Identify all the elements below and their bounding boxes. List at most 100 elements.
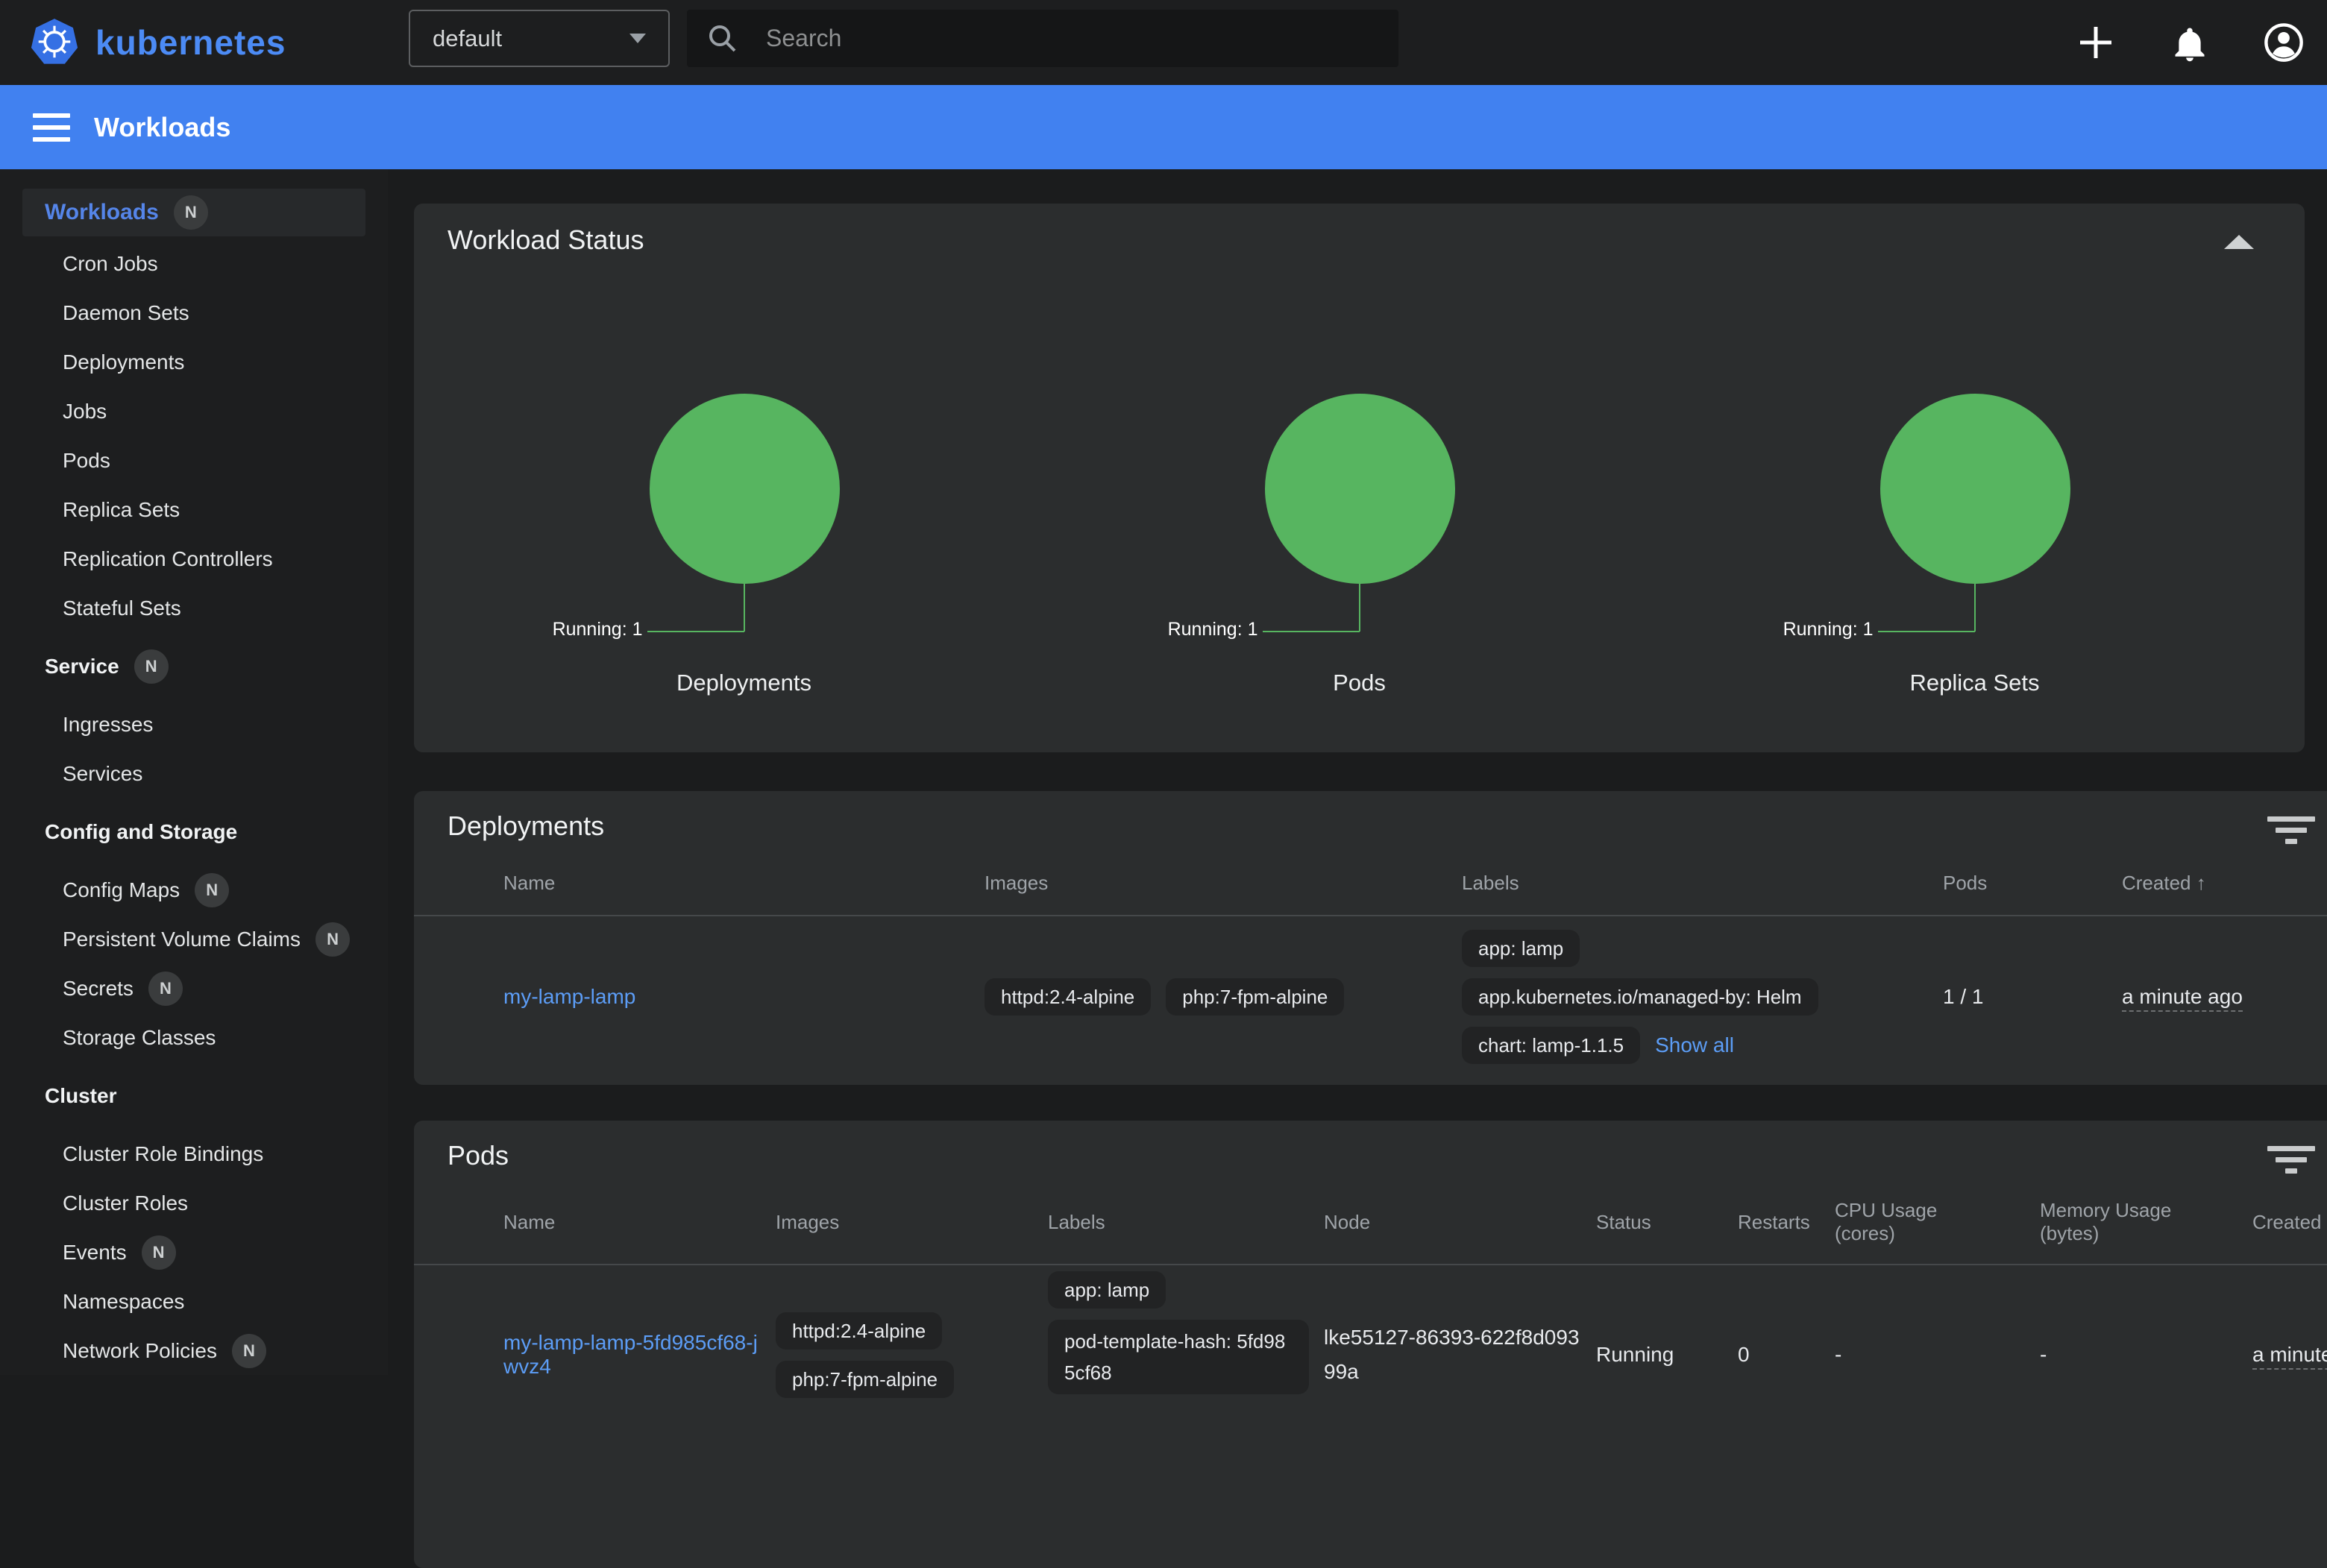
collapse-card-button[interactable]: [2224, 235, 2254, 249]
deployments-title: Deployments: [448, 810, 2327, 842]
deployments-card: Deployments NameImagesLabelsPodsCreated …: [414, 791, 2327, 1085]
deployments-column-images: Images: [984, 872, 1462, 895]
sidebar-item-jobs[interactable]: Jobs: [0, 387, 388, 436]
sidebar-item-label: Cluster Role Bindings: [63, 1142, 263, 1166]
chip: app: lamp: [1048, 1271, 1166, 1309]
pods-column-restarts: Restarts: [1738, 1211, 1835, 1234]
new-badge: N: [148, 972, 183, 1006]
sidebar-item-ingresses[interactable]: Ingresses: [0, 700, 388, 749]
sidebar-item-label: Deployments: [63, 350, 184, 374]
new-badge: N: [142, 1235, 176, 1270]
created-value: a minute ago: [2252, 1343, 2327, 1370]
sidebar-item-events[interactable]: Events N: [0, 1228, 388, 1277]
images-cell: httpd:2.4-alpine php:7-fpm-alpine: [776, 1312, 1048, 1398]
pie-callout-label: Running: 1: [1168, 619, 1258, 640]
sidebar-item-label: Secrets: [63, 977, 134, 1001]
sidebar-item-namespaces[interactable]: Namespaces: [0, 1277, 388, 1326]
namespace-selected-value: default: [433, 25, 629, 52]
filter-list-icon[interactable]: [2267, 816, 2315, 850]
sidebar-item-label: Daemon Sets: [63, 301, 189, 325]
sidebar-item-label: Persistent Volume Claims: [63, 928, 301, 951]
chip: php:7-fpm-alpine: [1166, 978, 1344, 1016]
pods-column-name: Name: [503, 1211, 776, 1234]
search-input[interactable]: [766, 25, 1348, 52]
sidebar-item-deployments[interactable]: Deployments: [0, 338, 388, 387]
created-cell: a minute ago: [2122, 985, 2308, 1009]
deployment-link[interactable]: my-lamp-lamp: [503, 985, 635, 1008]
bell-icon: [2170, 23, 2209, 62]
new-badge: N: [232, 1334, 266, 1368]
sidebar-item-label: Config and Storage: [45, 820, 237, 844]
account-circle-icon: [2263, 22, 2305, 63]
top-app-bar: kubernetes default: [0, 0, 2327, 85]
chip: php:7-fpm-alpine: [776, 1361, 954, 1398]
sidebar-item-pods[interactable]: Pods: [0, 436, 388, 485]
search-icon: [706, 22, 739, 55]
sidebar-item-config-maps[interactable]: Config MapsN: [0, 866, 388, 915]
deployments-column-pods: Pods: [1943, 872, 2122, 895]
pod-status-cell: Running: [1596, 1343, 1738, 1367]
pods-card: Pods NameImagesLabelsNodeStatusRestartsC…: [414, 1121, 2327, 1568]
deployments-column-name: Name: [503, 872, 984, 895]
sidebar-item-replication-controllers[interactable]: Replication Controllers: [0, 535, 388, 584]
chart-replica-sets: Running: 1 Replica Sets: [1667, 263, 2282, 740]
show-all-link[interactable]: Show all: [1655, 1033, 1734, 1057]
notifications-button[interactable]: [2166, 19, 2214, 66]
name-cell: my-lamp-lamp-5fd985cf68-jwvz4: [503, 1331, 776, 1379]
sidebar-item-label: Pods: [63, 449, 110, 473]
filter-list-icon[interactable]: [2267, 1146, 2315, 1180]
chip: app.kubernetes.io/managed-by: Helm: [1462, 978, 1818, 1016]
sidebar-item-services[interactable]: Services: [0, 749, 388, 799]
chip: httpd:2.4-alpine: [776, 1312, 942, 1350]
namespace-selector[interactable]: default: [409, 10, 670, 67]
search-bar[interactable]: [687, 10, 1398, 67]
restarts-cell: 0: [1738, 1343, 1835, 1367]
chart-title: Deployments: [436, 670, 1052, 696]
new-badge: N: [195, 873, 229, 907]
sidebar-item-cluster-role-bindings[interactable]: Cluster Role Bindings: [0, 1130, 388, 1179]
sidebar-item-daemon-sets[interactable]: Daemon Sets: [0, 289, 388, 338]
sidebar-item-cluster-roles[interactable]: Cluster Roles: [0, 1179, 388, 1228]
create-resource-button[interactable]: [2072, 19, 2120, 66]
pie-callout-label: Running: 1: [553, 619, 643, 640]
sidebar-item-cron-jobs[interactable]: Cron Jobs: [0, 239, 388, 289]
workload-charts: Running: 1 Deployments Running: 1 Pods R…: [436, 263, 2282, 740]
kubernetes-logo[interactable]: kubernetes: [30, 18, 286, 67]
pod-link[interactable]: my-lamp-lamp-5fd985cf68-jwvz4: [503, 1331, 758, 1378]
images-cell: httpd:2.4-alpine php:7-fpm-alpine: [984, 978, 1462, 1016]
sidebar-item-label: Service: [45, 655, 119, 678]
deployments-column-created: Created ↑: [2122, 872, 2308, 895]
cpu-usage-cell: -: [1835, 1343, 2040, 1367]
sidebar-item-secrets[interactable]: Secrets N: [0, 964, 388, 1013]
created-cell: a minute ago: [2252, 1343, 2327, 1367]
chip: app: lamp: [1462, 930, 1580, 967]
sidebar-item-workloads[interactable]: WorkloadsN: [22, 189, 365, 236]
table-row: my-lamp-lamp-5fd985cf68-jwvz4 httpd:2.4-…: [448, 1265, 2327, 1444]
sidebar-item-storage-classes[interactable]: Storage Classes: [0, 1013, 388, 1062]
pods-column-node: Node: [1324, 1211, 1596, 1234]
chip: httpd:2.4-alpine: [984, 978, 1151, 1016]
account-menu-button[interactable]: [2260, 19, 2308, 66]
sidebar-item-label: Events: [63, 1241, 127, 1265]
chip: pod-template-hash: 5fd985cf68: [1048, 1320, 1309, 1394]
sidebar-item-stateful-sets[interactable]: Stateful Sets: [0, 584, 388, 633]
pods-title: Pods: [448, 1140, 2327, 1171]
menu-icon[interactable]: [33, 106, 70, 149]
sidebar-item-replica-sets[interactable]: Replica Sets: [0, 485, 388, 535]
new-badge: N: [315, 922, 350, 957]
kubernetes-helm-icon: [30, 18, 79, 67]
chip: chart: lamp-1.1.5: [1462, 1027, 1640, 1064]
page-toolbar: Workloads: [0, 85, 2327, 169]
plus-icon: [2077, 24, 2114, 61]
sidebar-item-label: Replication Controllers: [63, 547, 273, 571]
sidebar-item-label: Storage Classes: [63, 1026, 216, 1050]
pods-column-memory-usage-bytes: Memory Usage (bytes): [2040, 1199, 2252, 1245]
sidebar-section-config-and-storage: Config and Storage: [0, 807, 388, 857]
workload-status-card: Workload Status Running: 1 Deployments R…: [414, 204, 2305, 752]
node-cell: lke55127-86393-622f8d09399a: [1324, 1320, 1596, 1389]
pie-replica-sets-running: [1880, 394, 2070, 584]
sidebar-item-persistent-volume-claims[interactable]: Persistent Volume Claims N: [0, 915, 388, 964]
sidebar-item-network-policies[interactable]: Network PoliciesN: [0, 1326, 388, 1375]
memory-usage-cell: -: [2040, 1343, 2252, 1367]
pie-deployments-running: [650, 394, 840, 584]
